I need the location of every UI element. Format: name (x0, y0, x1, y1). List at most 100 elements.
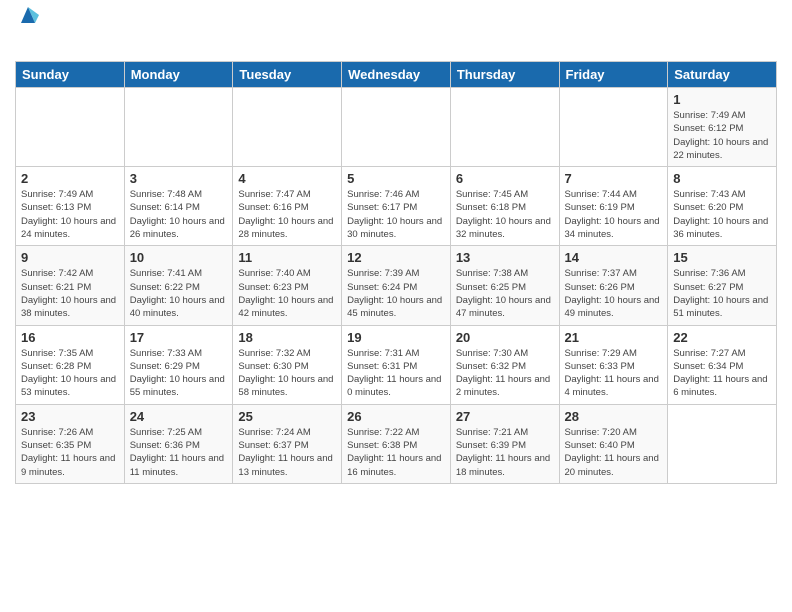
day-info: Sunrise: 7:37 AM Sunset: 6:26 PM Dayligh… (565, 267, 663, 320)
day-number: 8 (673, 171, 771, 186)
table-row: 16 Sunrise: 7:35 AM Sunset: 6:28 PM Dayli… (16, 325, 125, 404)
day-info: Sunrise: 7:40 AM Sunset: 6:23 PM Dayligh… (238, 267, 336, 320)
day-info: Sunrise: 7:36 AM Sunset: 6:27 PM Dayligh… (673, 267, 771, 320)
header-sunday: Sunday (16, 62, 125, 88)
day-info: Sunrise: 7:48 AM Sunset: 6:14 PM Dayligh… (130, 188, 228, 241)
table-row: 28 Sunrise: 7:20 AM Sunset: 6:40 PM Dayli… (559, 404, 668, 483)
table-row: 9 Sunrise: 7:42 AM Sunset: 6:21 PM Daylig… (16, 246, 125, 325)
day-info: Sunrise: 7:20 AM Sunset: 6:40 PM Dayligh… (565, 426, 663, 479)
day-number: 10 (130, 250, 228, 265)
day-number: 13 (456, 250, 554, 265)
table-row: 23 Sunrise: 7:26 AM Sunset: 6:35 PM Dayli… (16, 404, 125, 483)
table-row: 10 Sunrise: 7:41 AM Sunset: 6:22 PM Dayli… (124, 246, 233, 325)
table-row (668, 404, 777, 483)
calendar-week-row: 9 Sunrise: 7:42 AM Sunset: 6:21 PM Daylig… (16, 246, 777, 325)
day-info: Sunrise: 7:31 AM Sunset: 6:31 PM Dayligh… (347, 347, 445, 400)
day-number: 16 (21, 330, 119, 345)
day-info: Sunrise: 7:27 AM Sunset: 6:34 PM Dayligh… (673, 347, 771, 400)
table-row (342, 88, 451, 167)
day-info: Sunrise: 7:39 AM Sunset: 6:24 PM Dayligh… (347, 267, 445, 320)
day-number: 27 (456, 409, 554, 424)
table-row: 6 Sunrise: 7:45 AM Sunset: 6:18 PM Daylig… (450, 167, 559, 246)
day-info: Sunrise: 7:24 AM Sunset: 6:37 PM Dayligh… (238, 426, 336, 479)
day-number: 26 (347, 409, 445, 424)
day-info: Sunrise: 7:29 AM Sunset: 6:33 PM Dayligh… (565, 347, 663, 400)
day-number: 15 (673, 250, 771, 265)
day-info: Sunrise: 7:44 AM Sunset: 6:19 PM Dayligh… (565, 188, 663, 241)
day-number: 9 (21, 250, 119, 265)
calendar-week-row: 23 Sunrise: 7:26 AM Sunset: 6:35 PM Dayli… (16, 404, 777, 483)
day-info: Sunrise: 7:41 AM Sunset: 6:22 PM Dayligh… (130, 267, 228, 320)
day-info: Sunrise: 7:30 AM Sunset: 6:32 PM Dayligh… (456, 347, 554, 400)
day-number: 4 (238, 171, 336, 186)
header-friday: Friday (559, 62, 668, 88)
table-row (559, 88, 668, 167)
table-row: 5 Sunrise: 7:46 AM Sunset: 6:17 PM Daylig… (342, 167, 451, 246)
table-row: 4 Sunrise: 7:47 AM Sunset: 6:16 PM Daylig… (233, 167, 342, 246)
table-row (233, 88, 342, 167)
day-info: Sunrise: 7:49 AM Sunset: 6:12 PM Dayligh… (673, 109, 771, 162)
table-row: 15 Sunrise: 7:36 AM Sunset: 6:27 PM Dayli… (668, 246, 777, 325)
table-row: 26Sunrise: 7:22 AM Sunset: 6:38 PM Dayli… (342, 404, 451, 483)
day-number: 21 (565, 330, 663, 345)
calendar-week-row: 2 Sunrise: 7:49 AM Sunset: 6:13 PM Daylig… (16, 167, 777, 246)
day-number: 28 (565, 409, 663, 424)
day-info: Sunrise: 7:38 AM Sunset: 6:25 PM Dayligh… (456, 267, 554, 320)
day-number: 23 (21, 409, 119, 424)
table-row: 27 Sunrise: 7:21 AM Sunset: 6:39 PM Dayli… (450, 404, 559, 483)
day-info: Sunrise: 7:45 AM Sunset: 6:18 PM Dayligh… (456, 188, 554, 241)
day-info: Sunrise: 7:49 AM Sunset: 6:13 PM Dayligh… (21, 188, 119, 241)
table-row (124, 88, 233, 167)
table-row: 11 Sunrise: 7:40 AM Sunset: 6:23 PM Dayli… (233, 246, 342, 325)
day-info: Sunrise: 7:26 AM Sunset: 6:35 PM Dayligh… (21, 426, 119, 479)
day-number: 5 (347, 171, 445, 186)
day-info: Sunrise: 7:21 AM Sunset: 6:39 PM Dayligh… (456, 426, 554, 479)
table-row: 8 Sunrise: 7:43 AM Sunset: 6:20 PM Daylig… (668, 167, 777, 246)
day-number: 2 (21, 171, 119, 186)
day-number: 6 (456, 171, 554, 186)
table-row: 20 Sunrise: 7:30 AM Sunset: 6:32 PM Dayli… (450, 325, 559, 404)
day-number: 12 (347, 250, 445, 265)
day-info: Sunrise: 7:33 AM Sunset: 6:29 PM Dayligh… (130, 347, 228, 400)
day-number: 25 (238, 409, 336, 424)
day-number: 18 (238, 330, 336, 345)
header (15, 10, 777, 56)
table-row: 3 Sunrise: 7:48 AM Sunset: 6:14 PM Daylig… (124, 167, 233, 246)
day-number: 22 (673, 330, 771, 345)
table-row: 18 Sunrise: 7:32 AM Sunset: 6:30 PM Dayli… (233, 325, 342, 404)
day-info: Sunrise: 7:43 AM Sunset: 6:20 PM Dayligh… (673, 188, 771, 241)
table-row (16, 88, 125, 167)
page-container: Sunday Monday Tuesday Wednesday Thursday… (0, 0, 792, 494)
calendar-week-row: 16 Sunrise: 7:35 AM Sunset: 6:28 PM Dayli… (16, 325, 777, 404)
table-row: 7Sunrise: 7:44 AM Sunset: 6:19 PM Daylig… (559, 167, 668, 246)
calendar-week-row: 1Sunrise: 7:49 AM Sunset: 6:12 PM Daylig… (16, 88, 777, 167)
day-info: Sunrise: 7:47 AM Sunset: 6:16 PM Dayligh… (238, 188, 336, 241)
day-info: Sunrise: 7:46 AM Sunset: 6:17 PM Dayligh… (347, 188, 445, 241)
table-row: 22 Sunrise: 7:27 AM Sunset: 6:34 PM Dayli… (668, 325, 777, 404)
calendar-header-row: Sunday Monday Tuesday Wednesday Thursday… (16, 62, 777, 88)
table-row: 17Sunrise: 7:33 AM Sunset: 6:29 PM Dayli… (124, 325, 233, 404)
header-thursday: Thursday (450, 62, 559, 88)
table-row: 19 Sunrise: 7:31 AM Sunset: 6:31 PM Dayli… (342, 325, 451, 404)
day-number: 19 (347, 330, 445, 345)
day-number: 11 (238, 250, 336, 265)
day-number: 20 (456, 330, 554, 345)
header-tuesday: Tuesday (233, 62, 342, 88)
day-number: 3 (130, 171, 228, 186)
header-wednesday: Wednesday (342, 62, 451, 88)
table-row: 24 Sunrise: 7:25 AM Sunset: 6:36 PM Dayli… (124, 404, 233, 483)
day-info: Sunrise: 7:32 AM Sunset: 6:30 PM Dayligh… (238, 347, 336, 400)
table-row: 14 Sunrise: 7:37 AM Sunset: 6:26 PM Dayli… (559, 246, 668, 325)
day-info: Sunrise: 7:25 AM Sunset: 6:36 PM Dayligh… (130, 426, 228, 479)
day-info: Sunrise: 7:42 AM Sunset: 6:21 PM Dayligh… (21, 267, 119, 320)
day-number: 24 (130, 409, 228, 424)
table-row: 25 Sunrise: 7:24 AM Sunset: 6:37 PM Dayli… (233, 404, 342, 483)
table-row (450, 88, 559, 167)
table-row: 21 Sunrise: 7:29 AM Sunset: 6:33 PM Dayli… (559, 325, 668, 404)
logo (15, 10, 17, 56)
day-number: 14 (565, 250, 663, 265)
logo-icon (17, 5, 39, 27)
table-row: 2 Sunrise: 7:49 AM Sunset: 6:13 PM Daylig… (16, 167, 125, 246)
table-row: 13 Sunrise: 7:38 AM Sunset: 6:25 PM Dayli… (450, 246, 559, 325)
day-info: Sunrise: 7:35 AM Sunset: 6:28 PM Dayligh… (21, 347, 119, 400)
